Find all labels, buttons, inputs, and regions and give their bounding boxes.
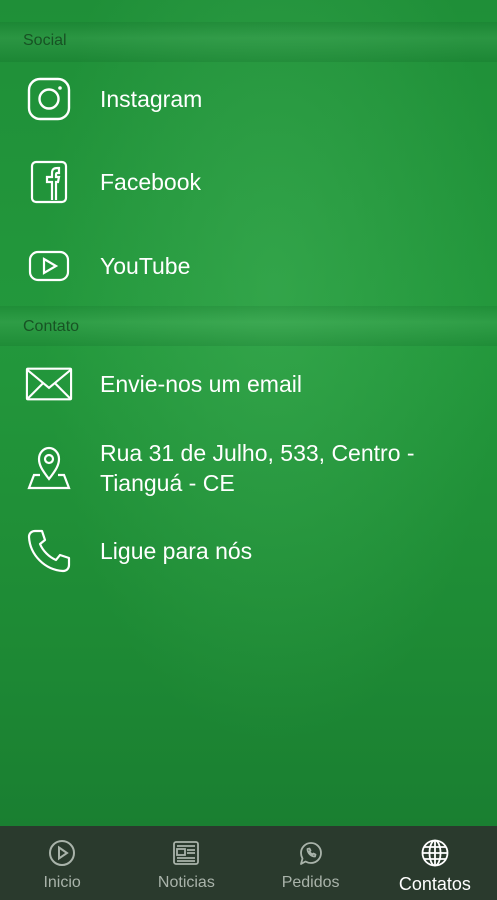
mail-icon: [25, 360, 73, 408]
section-header-social: Social: [23, 32, 67, 49]
bottom-navigation: Inicio Noticias Pedidos Contatos: [0, 826, 497, 900]
contact-item-label: Envie-nos um email: [100, 371, 302, 397]
social-item-youtube[interactable]: YouTube: [0, 234, 497, 298]
facebook-icon: [25, 158, 73, 206]
nav-label: Contatos: [398, 874, 471, 894]
nav-item-noticias[interactable]: Noticias: [124, 826, 248, 900]
social-item-label: Instagram: [100, 86, 203, 112]
section-header-contato: Contato: [23, 318, 80, 335]
contact-item-phone[interactable]: Ligue para nós: [0, 519, 497, 583]
nav-item-inicio[interactable]: Inicio: [0, 826, 124, 900]
nav-label: Noticias: [157, 874, 215, 891]
contact-item-address[interactable]: Rua 31 de Julho, 533, Centro - Tianguá -…: [0, 432, 497, 504]
nav-label: Inicio: [43, 874, 81, 891]
play-circle-icon: [47, 838, 77, 868]
nav-label: Pedidos: [281, 874, 340, 891]
social-item-label: YouTube: [100, 253, 191, 279]
contact-item-email[interactable]: Envie-nos um email: [0, 352, 497, 416]
nav-item-pedidos[interactable]: Pedidos: [249, 826, 373, 900]
phone-icon: [25, 527, 73, 575]
contact-item-label: Ligue para nós: [100, 538, 253, 564]
whatsapp-icon: [296, 838, 326, 868]
youtube-icon: [25, 242, 73, 290]
instagram-icon: [25, 75, 73, 123]
map-pin-icon: [25, 444, 73, 492]
newspaper-icon: [171, 838, 201, 868]
social-item-label: Facebook: [100, 169, 202, 195]
social-item-instagram[interactable]: Instagram: [0, 67, 497, 131]
nav-item-contatos[interactable]: Contatos: [373, 826, 497, 900]
globe-icon: [420, 838, 450, 868]
contact-item-label: Rua 31 de Julho, 533, Centro - Tianguá -…: [100, 440, 415, 496]
social-item-facebook[interactable]: Facebook: [0, 150, 497, 214]
